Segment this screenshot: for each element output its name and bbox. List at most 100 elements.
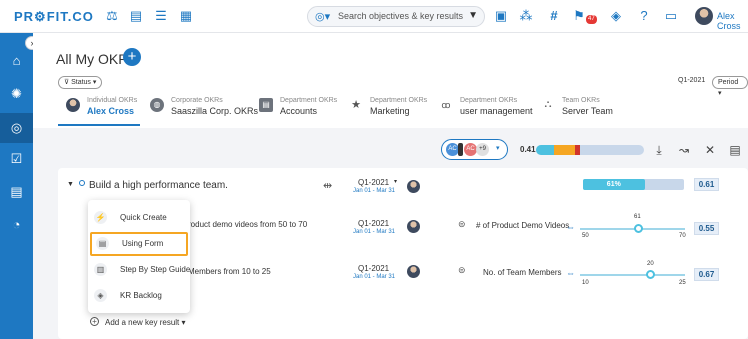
feedback-icon[interactable]: ▤ xyxy=(6,181,27,202)
menu-item-label: Quick Create xyxy=(120,213,167,222)
tab-value: Saaszilla Corp. OKRs xyxy=(171,106,259,116)
progress-segments xyxy=(536,145,644,155)
kr-date[interactable]: Q1-2021 xyxy=(358,264,389,273)
menu-item-label: Using Form xyxy=(122,239,164,248)
network-icon[interactable]: ⁂ xyxy=(518,8,534,24)
kr-slider-handle[interactable] xyxy=(646,270,655,279)
objective-score[interactable]: 0.61 xyxy=(694,178,719,191)
tab-value: user management xyxy=(460,106,533,116)
team-icon: ⛬ xyxy=(544,99,552,110)
objective-icon xyxy=(79,180,85,186)
chat-icon[interactable]: ▭ xyxy=(663,8,679,24)
kr-current-value: 20 xyxy=(647,261,654,267)
building-icon: ▤ xyxy=(259,98,273,112)
filter-icon[interactable]: ▼ xyxy=(468,10,478,21)
kr-score[interactable]: 0.67 xyxy=(694,268,719,281)
grid-icon[interactable]: ▦ xyxy=(178,8,194,24)
kr-metric: No. of Team Members xyxy=(483,268,562,277)
kr-date[interactable]: Q1-2021 xyxy=(358,219,389,228)
help-icon[interactable]: ? xyxy=(636,8,652,24)
tab-label: Department OKRs xyxy=(460,97,518,104)
search-box[interactable]: ◎▾ Search objectives & key results ▼ xyxy=(307,6,485,27)
objective-progress-fill: 61% xyxy=(583,179,645,190)
target-icon[interactable]: ◎▾ xyxy=(315,10,330,23)
document-icon[interactable]: ▤ xyxy=(128,8,144,24)
tab-label: Department OKRs xyxy=(370,97,428,104)
status-filter-label: Status xyxy=(71,79,91,86)
period-dropdown[interactable]: Period ▾ xyxy=(712,76,748,97)
progress-segment xyxy=(536,145,555,155)
menu-item-using-form[interactable]: ▤ Using Form xyxy=(90,232,188,256)
chevron-down-icon: ▾ xyxy=(496,145,500,152)
lightning-icon: ⚡ xyxy=(94,211,107,224)
user-name[interactable]: Alex Cross xyxy=(717,11,748,31)
kr-date-range: Jan 01 - Mar 31 xyxy=(353,229,396,235)
collapse-icon[interactable]: ✕ xyxy=(703,143,717,157)
kr-slider-track xyxy=(580,228,685,230)
comment-icon[interactable]: ▤ xyxy=(728,143,742,157)
folder-icon[interactable]: ▣ xyxy=(493,8,509,24)
kr-owner-avatar[interactable] xyxy=(407,265,420,278)
tab-label: Corporate OKRs xyxy=(171,97,223,104)
objective-title[interactable]: Build a high performance team. xyxy=(89,180,228,191)
profit-logo[interactable]: PR⚙FIT.CO xyxy=(14,9,94,25)
download-icon[interactable]: ⤓ xyxy=(652,143,666,157)
star-icon: ★ xyxy=(351,99,361,111)
chart-icon[interactable]: ↝ xyxy=(677,143,691,157)
kr-target-value: 25 xyxy=(679,280,686,286)
kr-slider-track xyxy=(580,274,685,276)
menu-item-label: Step By Step Guide xyxy=(120,265,191,274)
sidebar: ⌂ ✺ ◎ ☑ ▤ ◔ xyxy=(0,33,33,339)
tab-label: Individual OKRs xyxy=(87,97,138,104)
quarter-label[interactable]: Q1-2021 xyxy=(678,77,705,84)
objective-date[interactable]: Q1-2021 xyxy=(358,178,389,187)
menu-item-step-by-step-guide[interactable]: ▥ Step By Step Guide xyxy=(88,258,190,282)
flag-icon[interactable]: ⚑ xyxy=(571,8,587,24)
overall-score: 0.41 xyxy=(520,145,536,154)
list-icon[interactable]: ☰ xyxy=(153,8,169,24)
target-nav-icon[interactable]: ◎ xyxy=(0,113,33,143)
bulb-icon[interactable]: ✺ xyxy=(6,83,27,104)
home-icon[interactable]: ⌂ xyxy=(6,50,27,71)
kr-start-value: 10 xyxy=(582,280,589,286)
add-okr-button[interactable]: + xyxy=(123,48,141,66)
menu-item-kr-backlog[interactable]: ◈ KR Backlog xyxy=(88,284,190,308)
metric-icon: ⊜ xyxy=(458,265,466,275)
tab-value: Marketing xyxy=(370,106,410,116)
checkin-icon[interactable]: ⇔ xyxy=(566,268,575,278)
kr-metric: # of Product Demo Videos xyxy=(476,221,570,230)
active-tab-indicator xyxy=(58,124,140,126)
hashtag-icon[interactable]: # xyxy=(546,8,562,24)
add-circle-icon[interactable]: + xyxy=(90,317,99,326)
align-icon[interactable]: ⇹ xyxy=(323,179,332,192)
kr-owner-avatar[interactable] xyxy=(407,220,420,233)
user-avatar[interactable] xyxy=(695,7,713,25)
form-icon: ▤ xyxy=(96,237,109,250)
hierarchy-icon[interactable]: ⚖ xyxy=(104,8,120,24)
tab-value: Server Team xyxy=(562,106,613,116)
owners-filter[interactable]: AC AC +9 ▾ xyxy=(441,139,508,160)
tab-avatar xyxy=(66,98,80,112)
key-result-title[interactable]: Members from 10 to 25 xyxy=(188,267,271,276)
layers-icon[interactable]: ◈ xyxy=(608,8,624,24)
status-filter[interactable]: ⊽ Status ▾ xyxy=(58,76,103,89)
add-key-result-label: Add a new key result xyxy=(105,318,180,327)
kr-score[interactable]: 0.55 xyxy=(694,222,719,235)
add-key-result-button[interactable]: Add a new key result ▾ xyxy=(105,318,186,327)
people-icon: ꝏ xyxy=(441,100,451,110)
search-input[interactable]: Search objectives & key results xyxy=(338,11,463,21)
kr-slider-handle[interactable] xyxy=(634,224,643,233)
key-result-title[interactable]: roduct demo videos from 50 to 70 xyxy=(188,220,307,229)
kr-target-value: 70 xyxy=(679,233,686,239)
checkin-icon[interactable]: ⇔ xyxy=(566,222,575,232)
kr-date-range: Jan 01 - Mar 31 xyxy=(353,274,396,280)
date-caret-icon[interactable]: ▾ xyxy=(394,178,397,185)
kr-start-value: 50 xyxy=(582,233,589,239)
expand-caret-icon[interactable]: ▼ xyxy=(67,181,74,188)
progress-segment xyxy=(574,145,581,155)
speedometer-icon[interactable]: ◔ xyxy=(6,214,27,235)
menu-item-quick-create[interactable]: ⚡ Quick Create xyxy=(88,206,190,230)
calendar-check-icon[interactable]: ☑ xyxy=(6,148,27,169)
objective-owner-avatar[interactable] xyxy=(407,180,420,193)
person-icon xyxy=(458,143,463,156)
